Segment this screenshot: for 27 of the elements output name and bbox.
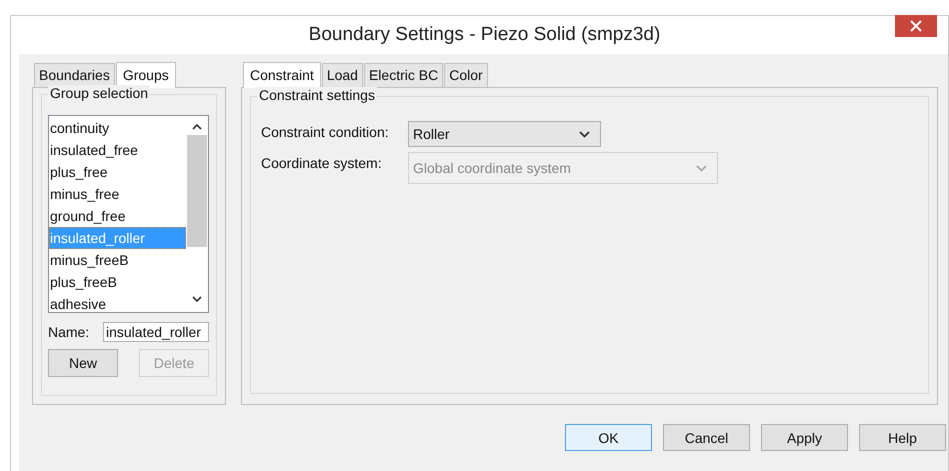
name-label: Name: (48, 324, 90, 340)
list-item[interactable]: plus_free (49, 161, 186, 183)
list-item[interactable]: plus_freeB (49, 271, 186, 293)
tab[interactable]: Electric BC (364, 63, 444, 87)
dialog-button[interactable]: OK (565, 424, 652, 451)
name-field[interactable]: insulated_roller (103, 322, 209, 342)
tab[interactable]: Groups (116, 62, 176, 88)
list-item[interactable]: ground_free (49, 205, 186, 227)
group-title: Group selection (48, 85, 150, 101)
list-item[interactable]: minus_freeB (49, 249, 186, 271)
window-title: Boundary Settings - Piezo Solid (smpz3d) (308, 24, 660, 46)
list-item[interactable]: adhesive (49, 293, 186, 315)
list-item[interactable]: insulated_free (49, 139, 186, 161)
tab[interactable]: Constraint (243, 62, 321, 88)
dialog-button[interactable]: Cancel (663, 424, 750, 451)
group-title: Constraint settings (257, 87, 377, 103)
tab[interactable]: Boundaries (34, 63, 115, 87)
field-label: Coordinate system: (261, 154, 383, 171)
list-item[interactable]: minus_free (49, 183, 186, 205)
tab[interactable]: Color (444, 63, 488, 87)
field-label: Constraint condition: (261, 123, 390, 140)
group-button[interactable]: New (48, 349, 118, 377)
dropdown[interactable]: Roller (408, 121, 601, 147)
dialog-button[interactable]: Apply (761, 424, 848, 451)
dialog-button[interactable]: Help (859, 424, 946, 451)
tab[interactable]: Load (322, 63, 363, 87)
list-item[interactable]: continuity (49, 117, 186, 139)
